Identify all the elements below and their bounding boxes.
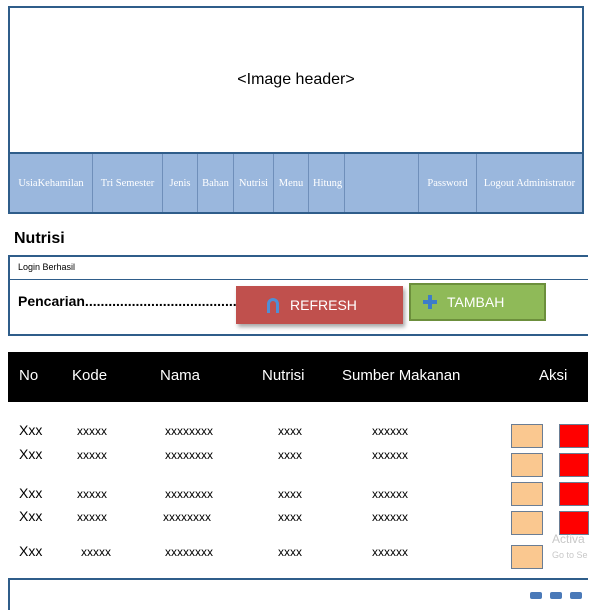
cell-nama: xxxxxxxx: [165, 487, 213, 501]
edit-button[interactable]: [511, 545, 543, 569]
column-header-nama: Nama: [160, 367, 201, 384]
footer-control-1[interactable]: [530, 592, 542, 599]
panel-divider: [10, 279, 588, 280]
delete-button[interactable]: [559, 424, 589, 448]
header-image-placeholder: <Image header>: [8, 6, 584, 154]
column-header-aksi: Aksi: [539, 367, 568, 384]
nav-item-password[interactable]: Password: [419, 154, 477, 212]
cell-nutrisi: xxxx: [278, 545, 302, 559]
activation-watermark: Activa Go to Se: [552, 531, 588, 563]
cell-nutrisi: xxxx: [278, 510, 302, 524]
watermark-line-1: Activa: [552, 532, 585, 546]
cell-kode: xxxxx: [77, 510, 107, 524]
delete-button[interactable]: [559, 482, 589, 506]
refresh-button-label: REFRESH: [290, 297, 357, 313]
cell-sumber-makanan: xxxxxx: [372, 487, 408, 501]
edit-button[interactable]: [511, 453, 543, 477]
nav-item-tri-semester[interactable]: Tri Semester: [93, 154, 163, 212]
search-field[interactable]: Pencarian...............................…: [18, 293, 252, 309]
nav-item-menu[interactable]: Menu: [274, 154, 309, 212]
cell-nutrisi: xxxx: [278, 424, 302, 438]
nav-item-nutrisi[interactable]: Nutrisi: [234, 154, 274, 212]
cell-nama: xxxxxxxx: [165, 424, 213, 438]
nav-item-jenis[interactable]: Jenis: [163, 154, 198, 212]
cell-nama: xxxxxxxx: [165, 545, 213, 559]
cell-kode: xxxxx: [81, 545, 111, 559]
table-header: No Kode Nama Nutrisi Sumber Makanan Aksi: [8, 352, 588, 402]
cell-sumber-makanan: xxxxxx: [372, 424, 408, 438]
nav-item-bahan[interactable]: Bahan: [198, 154, 234, 212]
cell-no: Xxx: [19, 543, 43, 559]
cell-sumber-makanan: xxxxxx: [372, 545, 408, 559]
cell-nama: xxxxxxxx: [165, 448, 213, 462]
arch-icon: [266, 297, 280, 313]
footer-control-2[interactable]: [550, 592, 562, 599]
header-image-label: <Image header>: [237, 71, 355, 88]
column-header-nutrisi: Nutrisi: [262, 367, 305, 384]
refresh-button[interactable]: REFRESH: [236, 286, 403, 324]
cell-no: Xxx: [19, 508, 43, 524]
plus-icon: [423, 295, 437, 309]
tambah-button[interactable]: TAMBAH: [409, 283, 546, 321]
cell-no: Xxx: [19, 422, 43, 438]
cell-no: Xxx: [19, 485, 43, 501]
delete-button[interactable]: [559, 453, 589, 477]
cell-kode: xxxxx: [77, 448, 107, 462]
cell-nama: xxxxxxxx: [163, 510, 211, 524]
cell-no: Xxx: [19, 446, 43, 462]
nav-item-hitung[interactable]: Hitung: [309, 154, 345, 212]
tambah-button-label: TAMBAH: [447, 294, 505, 310]
search-panel: Login Berhasil Pencarian................…: [8, 255, 588, 336]
nav-spacer: [345, 154, 419, 212]
login-status-text: Login Berhasil: [18, 262, 76, 272]
edit-button[interactable]: [511, 482, 543, 506]
cell-sumber-makanan: xxxxxx: [372, 510, 408, 524]
edit-button[interactable]: [511, 424, 543, 448]
column-header-kode: Kode: [72, 367, 108, 384]
nav-item-logout[interactable]: Logout Administrator: [477, 154, 582, 212]
edit-button[interactable]: [511, 511, 543, 535]
footer-control-3[interactable]: [570, 592, 582, 599]
cell-nutrisi: xxxx: [278, 448, 302, 462]
page-title: Nutrisi: [14, 230, 65, 247]
column-header-sumber-makanan: Sumber Makanan: [342, 367, 461, 384]
cell-kode: xxxxx: [77, 487, 107, 501]
nav-item-usia-kehamilan[interactable]: UsiaKehamilan: [10, 154, 93, 212]
cell-kode: xxxxx: [77, 424, 107, 438]
column-header-no: No: [19, 367, 39, 384]
nav-bar: UsiaKehamilan Tri Semester Jenis Bahan N…: [8, 154, 584, 214]
cell-nutrisi: xxxx: [278, 487, 302, 501]
footer-panel: [8, 578, 588, 610]
cell-sumber-makanan: xxxxxx: [372, 448, 408, 462]
watermark-line-2: Go to Se: [552, 550, 588, 560]
